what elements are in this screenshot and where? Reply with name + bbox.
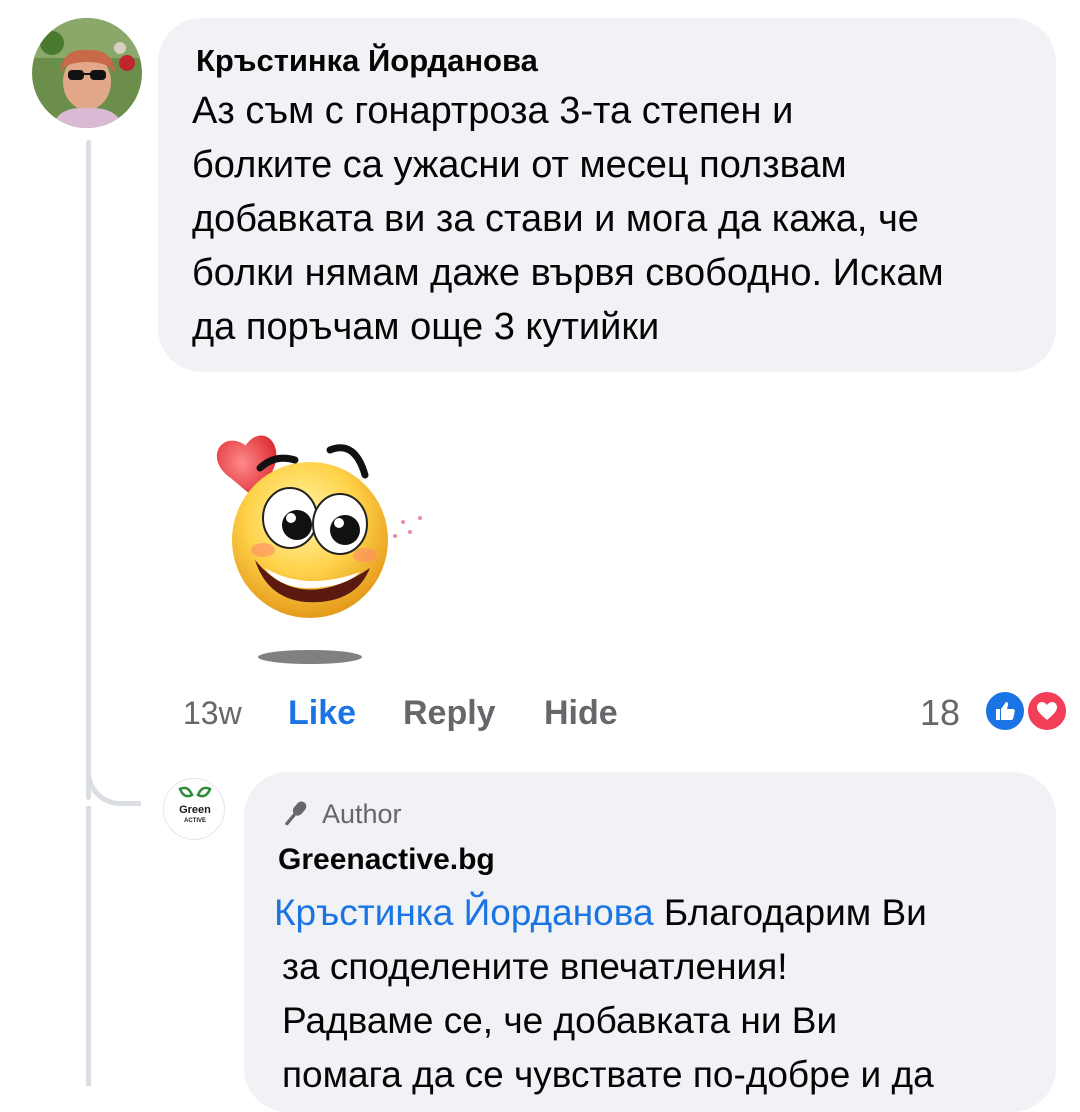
logo-text-green: Green <box>179 804 211 816</box>
comment-timestamp[interactable]: 13w <box>183 688 242 738</box>
love-icon[interactable] <box>1024 688 1070 734</box>
page-avatar[interactable]: Green ACTIVE <box>163 778 225 840</box>
avatar-photo <box>32 18 142 128</box>
reply-button[interactable]: Reply <box>403 688 496 738</box>
author-badge-label: Author <box>322 799 402 829</box>
mention-link[interactable]: Кръстинка Йорданова <box>274 892 654 933</box>
comment-text-line: да поръчам още 3 кутийки <box>192 306 660 348</box>
comment-text-line: добавката ви за стави и мога да кажа, че <box>192 198 919 240</box>
reply-text: Кръстинка Йорданова Благодарим Ви за спо… <box>274 886 1026 1102</box>
smiley-sticker[interactable] <box>205 410 445 680</box>
comment-text: Аз съм с гонартроза 3-та степен и болкит… <box>192 84 1037 354</box>
comment-text-line: болки нямам даже вървя свободно. Искам <box>192 252 944 294</box>
author-badge: Author <box>278 794 1026 834</box>
thumbs-up-icon <box>996 702 1015 720</box>
like-icon[interactable] <box>982 688 1028 734</box>
thread-line <box>86 806 91 1086</box>
comment-actions: 13w Like Reply Hide 18 <box>0 688 1080 738</box>
reply-author-name[interactable]: Greenactive.bg <box>278 838 1026 882</box>
logo-text-active: ACTIVE <box>184 818 206 824</box>
microphone-icon <box>285 801 307 826</box>
heart-icon <box>1037 702 1057 720</box>
commenter-avatar[interactable] <box>32 18 142 128</box>
reply-bubble: Author Greenactive.bg Кръстинка Йорданов… <box>244 772 1056 1112</box>
comment-text-line: болките са ужасни от месец ползвам <box>192 144 847 186</box>
smiley-heart-icon <box>217 435 422 664</box>
reply-text-first-line: Благодарим Ви <box>663 892 927 933</box>
reply-text-line: помага да се чувствате по-добре и да <box>282 1054 934 1095</box>
reply-text-line: за споделените впечатления! <box>282 946 788 987</box>
hide-button[interactable]: Hide <box>544 688 618 738</box>
thread-connector <box>86 740 141 806</box>
greenactive-logo: Green ACTIVE <box>178 786 212 824</box>
like-button[interactable]: Like <box>288 688 356 738</box>
comment-text-line: Аз съм с гонартроза 3-та степен и <box>192 90 794 132</box>
comment-author-name[interactable]: Кръстинка Йорданова <box>196 40 1022 82</box>
comment-bubble: Кръстинка Йорданова Аз съм с гонартроза … <box>158 18 1056 372</box>
reply-text-line: Радваме се, че добавката ни Ви <box>282 1000 838 1041</box>
reaction-count[interactable]: 18 <box>920 688 960 738</box>
